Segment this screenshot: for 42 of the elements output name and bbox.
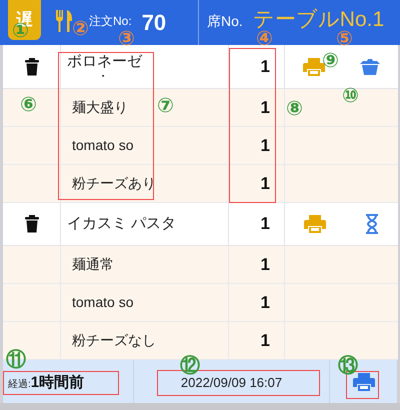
dish-name: ボロネーゼ bbox=[67, 52, 144, 70]
callout-number: ⑥ bbox=[20, 94, 37, 114]
callout-number: ② bbox=[72, 18, 89, 38]
option-name: tomato so bbox=[72, 293, 134, 312]
dish-name: イカスミ パスタ bbox=[67, 215, 178, 233]
option-name: 麺通常 bbox=[72, 255, 114, 274]
quantity: 1 bbox=[260, 134, 270, 157]
callout-number: ⑤ bbox=[336, 28, 353, 48]
fork-knife-icon bbox=[55, 9, 73, 33]
dish-name-mark: ・ bbox=[96, 70, 110, 80]
quantity: 1 bbox=[260, 254, 270, 276]
callout-number: ⑬ bbox=[338, 355, 358, 375]
basket-icon[interactable] bbox=[360, 58, 380, 74]
callout-number: ④ bbox=[256, 28, 273, 48]
trash-icon[interactable] bbox=[24, 58, 38, 76]
quantity: 1 bbox=[260, 292, 270, 314]
option-name: 麺大盛り bbox=[72, 98, 128, 117]
quantity: 1 bbox=[260, 330, 270, 352]
quantity: 1 bbox=[260, 213, 270, 236]
order-datetime: 2022/09/09 16:07 bbox=[180, 376, 282, 389]
trash-icon[interactable] bbox=[24, 215, 38, 233]
order-label: 注文No: bbox=[89, 13, 132, 30]
callout-number: ⑩ bbox=[342, 85, 359, 105]
option-name: 粉チーズなし bbox=[72, 331, 156, 350]
option-name: tomato so bbox=[72, 136, 134, 155]
seat-name: テーブルNo.1 bbox=[252, 7, 384, 31]
elapsed-label: 経過: bbox=[8, 380, 31, 390]
option-name: 粉チーズあり bbox=[72, 174, 156, 193]
printer-icon[interactable] bbox=[302, 58, 325, 76]
quantity: 1 bbox=[260, 56, 270, 78]
printer-icon[interactable] bbox=[304, 215, 326, 233]
quantity: 1 bbox=[260, 96, 270, 119]
callout-number: ⑪ bbox=[6, 349, 26, 369]
quantity: 1 bbox=[260, 172, 270, 195]
seat-label: 席No. bbox=[207, 12, 243, 31]
callout-number: ③ bbox=[118, 28, 135, 48]
elapsed-time: 1時間前 bbox=[30, 375, 84, 390]
callout-number: ⑧ bbox=[286, 98, 303, 118]
callout-number: ⑦ bbox=[157, 95, 174, 115]
callout-number: ⑨ bbox=[322, 50, 339, 70]
order-number: 70 bbox=[142, 9, 166, 37]
hourglass-icon[interactable] bbox=[364, 214, 379, 234]
